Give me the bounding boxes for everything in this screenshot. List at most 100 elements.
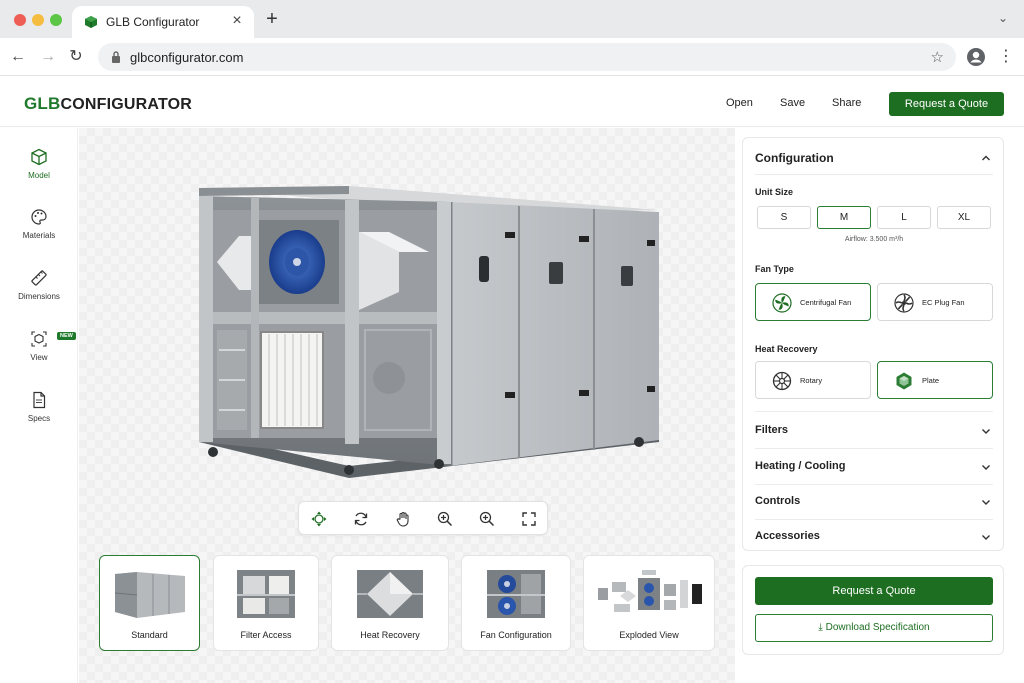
browser-menu-icon[interactable]: ⋮ [998,46,1014,66]
download-icon: ⤓ [818,622,823,633]
chevron-down-icon[interactable] [981,497,991,507]
airflow-readout: Airflow: 3.500 m³/h [844,236,904,243]
divider [755,411,993,412]
close-tab-icon[interactable]: × [228,12,246,30]
rotary-wheel-icon [772,371,792,391]
action-box: Request a Quote ⤓ Download Specification [742,565,1004,655]
accordion-accessories[interactable]: Accessories [755,530,820,542]
exploded-view-preview-icon [598,570,702,612]
chevron-down-icon[interactable] [981,532,991,542]
ruler-icon [31,270,47,286]
heat-recovery-option-plate[interactable]: Plate [877,361,993,399]
thumbnail-label-heat-recovery: Heat Recovery [360,630,420,640]
chevron-down-icon[interactable] [981,426,991,436]
address-bar: ← → ↻ glbconfigurator.com ☆ ⋮ [0,38,1024,76]
profile-icon[interactable] [966,47,986,67]
app-logo[interactable]: GLBCONFIGURATOR [24,94,192,114]
fan-option-ec-plug[interactable]: EC Plug Fan [877,283,993,321]
model-viewport[interactable]: Standard Filter Access Heat Recovery Fan… [79,128,735,683]
rail-label-dimensions: Dimensions [18,292,60,301]
close-window-button[interactable] [14,14,26,26]
rail-label-view: View [30,353,48,362]
fullscreen-icon[interactable] [521,511,537,527]
standard-preview-icon [114,572,185,618]
chevron-down-icon[interactable] [981,462,991,472]
back-arrow-icon[interactable]: ← [8,47,28,67]
rail-item-materials[interactable]: Materials [0,208,78,258]
size-option-m[interactable]: M [817,206,871,229]
fan-option-centrifugal[interactable]: Centrifugal Fan [755,283,871,321]
thumbnail-heat-recovery[interactable]: Heat Recovery [331,555,449,651]
download-specification-label: Download Specification [825,622,930,633]
unit-size-label: Unit Size [755,187,794,197]
url-text: glbconfigurator.com [130,50,244,65]
browser-tab-bar: GLB Configurator × + ⌄ [0,0,1024,38]
rail-item-view[interactable]: NEW View [0,330,78,380]
view-cube-icon [31,331,47,347]
accordion-controls[interactable]: Controls [755,495,800,507]
rail-label-materials: Materials [22,231,56,240]
plate-exchanger-icon [896,372,912,390]
header-request-quote-button[interactable]: Request a Quote [889,92,1004,116]
accordion-filters[interactable]: Filters [755,424,788,436]
viewport-toolbar [298,501,548,535]
download-specification-button[interactable]: ⤓ Download Specification [755,614,993,642]
rail-item-specs[interactable]: Specs [0,391,78,441]
minimize-window-button[interactable] [32,14,44,26]
rail-label-specs: Specs [27,414,51,423]
size-option-l[interactable]: L [877,206,931,229]
thumbnail-exploded-view[interactable]: Exploded View [583,555,715,651]
thumbnail-label-standard: Standard [131,630,168,640]
configuration-title: Configuration [755,151,834,165]
divider [755,484,993,485]
zoom-out-icon[interactable] [479,511,495,527]
thumbnail-fan-configuration[interactable]: Fan Configuration [461,555,571,651]
fan-configuration-preview-icon [487,570,545,618]
size-option-s[interactable]: S [757,206,811,229]
tab-title: GLB Configurator [106,15,200,29]
thumbnail-filter-access[interactable]: Filter Access [213,555,319,651]
heat-recovery-label: Heat Recovery [755,344,818,354]
palette-icon [31,209,47,225]
air-handling-unit-model[interactable] [189,180,669,480]
centrifugal-fan-icon [772,293,792,313]
zoom-in-icon[interactable] [437,511,453,527]
fan-type-label: Fan Type [755,264,794,274]
move-icon[interactable] [311,511,327,527]
bookmark-star-icon[interactable]: ☆ [931,48,944,66]
document-icon [33,391,46,409]
heat-recovery-preview-icon [357,570,423,618]
rotate-icon[interactable] [353,511,369,527]
accordion-heating-cooling[interactable]: Heating / Cooling [755,460,845,472]
forward-arrow-icon[interactable]: → [38,47,58,67]
new-tab-icon[interactable]: + [262,8,282,30]
divider [755,519,993,520]
pan-hand-icon[interactable] [395,511,411,527]
maximize-window-button[interactable] [50,14,62,26]
thumbnail-standard[interactable]: Standard [99,555,200,651]
left-tool-rail: Model Materials Dimensions NEW View Spec… [0,128,78,683]
ec-plug-fan-icon [894,293,914,313]
save-link[interactable]: Save [780,97,805,109]
divider [755,448,993,449]
chevron-up-icon[interactable] [981,153,991,163]
rail-item-dimensions[interactable]: Dimensions [0,269,78,319]
filter-access-preview-icon [237,570,295,618]
heat-recovery-option-rotary[interactable]: Rotary [755,361,871,399]
logo-glb: GLB [24,94,61,113]
chevron-down-icon[interactable]: ⌄ [998,11,1008,25]
thumbnail-label-exploded-view: Exploded View [619,630,679,640]
share-link[interactable]: Share [832,97,861,109]
open-link[interactable]: Open [726,97,753,109]
request-quote-button[interactable]: Request a Quote [755,577,993,605]
reload-icon[interactable]: ↻ [66,47,86,67]
browser-tab[interactable]: GLB Configurator × [72,6,254,38]
heat-recovery-option-rotary-label: Rotary [800,376,823,385]
url-field[interactable]: glbconfigurator.com ☆ [98,43,956,71]
lock-icon [112,51,120,63]
logo-configurator: CONFIGURATOR [60,96,193,113]
size-option-xl[interactable]: XL [937,206,991,229]
divider [755,174,993,175]
rail-item-model[interactable]: Model [0,148,78,198]
fan-option-centrifugal-label: Centrifugal Fan [800,298,852,307]
